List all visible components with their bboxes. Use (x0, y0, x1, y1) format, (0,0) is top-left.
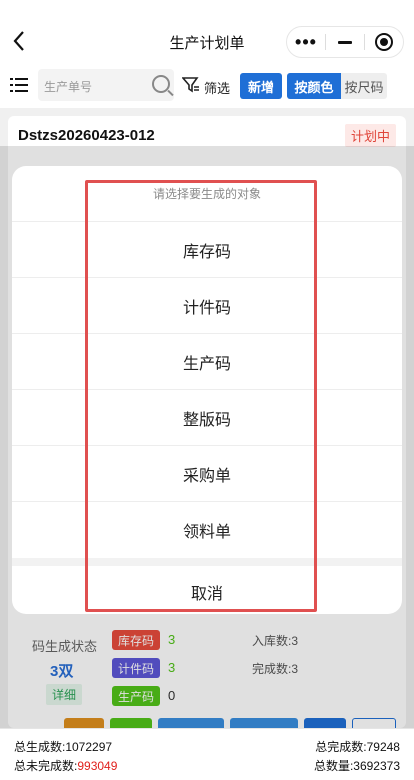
total-uncompleted: 总未完成数:993049 (14, 757, 117, 774)
group-toggle: 按颜色 按尺码 (287, 73, 387, 99)
search-placeholder: 生产单号 (44, 80, 93, 94)
minimize-icon (338, 40, 352, 44)
mini-program-capsule: ••• (286, 26, 404, 58)
sheet-separator (12, 558, 402, 566)
close-button[interactable] (365, 26, 403, 58)
total-completed: 总完成数:79248 (315, 740, 400, 754)
minimize-button[interactable] (326, 26, 364, 58)
search-toolbar: 生产单号 筛选 新增 按颜色 按尺码 (0, 64, 414, 108)
generate-target-sheet: 请选择要生成的对象 库存码 计件码 生产码 整版码 采购单 领料单 取消 (12, 166, 402, 614)
filter-label[interactable]: 筛选 (204, 78, 230, 97)
uncompleted-value: 993049 (77, 759, 118, 773)
option-purchase-order[interactable]: 采购单 (12, 446, 402, 502)
option-production-code[interactable]: 生产码 (12, 334, 402, 390)
title-bar: 生产计划单 ••• (0, 0, 414, 64)
filter-icon[interactable] (182, 76, 200, 94)
new-button[interactable]: 新增 (240, 73, 282, 99)
option-full-board-code[interactable]: 整版码 (12, 390, 402, 446)
order-number: Dstzs20260423-012 (18, 127, 155, 144)
option-piece-code[interactable]: 计件码 (12, 278, 402, 334)
total-generated: 总生成数:1072297 (14, 740, 113, 754)
total-quantity: 总数量:3692373 (313, 759, 400, 773)
uncompleted-label: 总未完成数: (14, 759, 78, 773)
search-icon[interactable] (152, 75, 170, 93)
tab-by-size[interactable]: 按尺码 (341, 73, 387, 99)
more-icon: ••• (295, 31, 317, 52)
list-icon[interactable] (10, 78, 28, 92)
more-button[interactable]: ••• (287, 26, 325, 58)
cancel-button[interactable]: 取消 (12, 566, 402, 614)
status-badge: 计划中 (344, 124, 396, 147)
sheet-title: 请选择要生成的对象 (12, 166, 402, 222)
search-input[interactable]: 生产单号 (38, 69, 174, 101)
tab-by-color[interactable]: 按颜色 (287, 73, 341, 99)
option-stock-code[interactable]: 库存码 (12, 222, 402, 278)
target-icon (375, 33, 393, 51)
totals-footer: 总生成数:1072297 总完成数:79248 总未完成数:993049 总数量… (0, 728, 414, 780)
option-material-requisition[interactable]: 领料单 (12, 502, 402, 558)
